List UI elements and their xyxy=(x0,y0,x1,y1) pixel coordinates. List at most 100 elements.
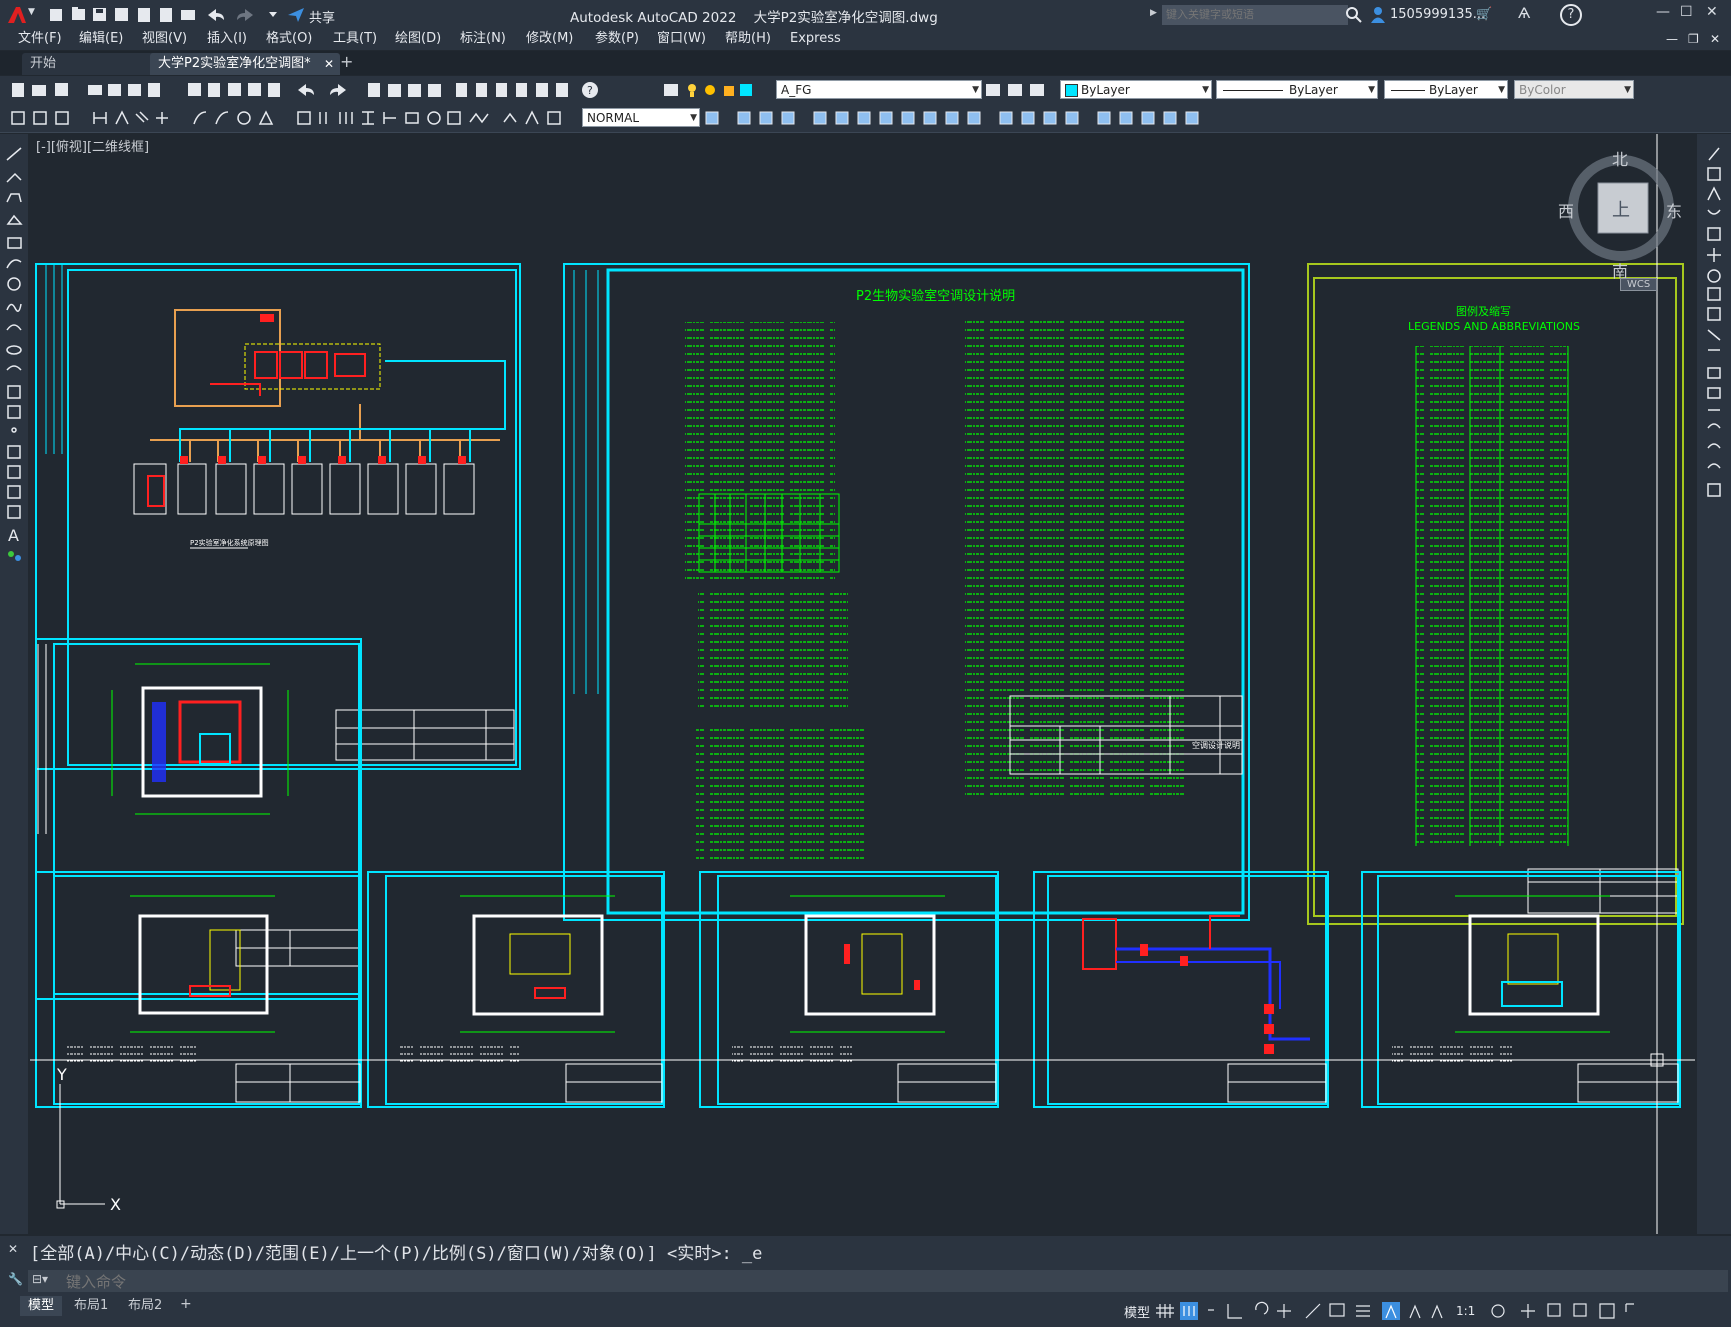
sheet-floorplan-1 xyxy=(35,638,362,1000)
chevron-down-icon: ▼ xyxy=(690,113,697,123)
tab-start[interactable]: 开始 xyxy=(22,53,158,75)
menu-edit[interactable]: 编辑(E) xyxy=(79,28,123,50)
menu-format[interactable]: 格式(O) xyxy=(266,28,312,50)
tab-drawing[interactable]: 大学P2实验室净化空调图* ✕ xyxy=(150,53,340,75)
viewcube-top-face[interactable]: 上 xyxy=(1612,196,1630,222)
close-command-icon[interactable]: ✕ xyxy=(8,1242,18,1256)
doc-close-button[interactable]: ✕ xyxy=(1710,28,1720,50)
ucs-y-label: Y xyxy=(56,1065,67,1084)
user-account-label[interactable]: 1505999135... xyxy=(1390,7,1485,22)
modify-toolbar-icons[interactable] xyxy=(704,108,1224,128)
sheet-floorplan-2 xyxy=(35,871,362,1108)
minimize-button[interactable]: — xyxy=(1656,4,1670,20)
layer-select[interactable]: A_FG ▼ xyxy=(776,80,982,99)
tab-drawing-label: 大学P2实验室净化空调图* xyxy=(158,56,311,71)
viewcube-north[interactable]: 北 xyxy=(1612,146,1628,170)
annotation-scale-label[interactable]: 1:1 xyxy=(1456,1304,1475,1318)
share-button[interactable]: 共享 xyxy=(309,7,335,26)
svg-text:A: A xyxy=(8,526,19,545)
command-prompt-icon[interactable]: ⊟▾ xyxy=(32,1272,48,1286)
quick-access-toolbar[interactable] xyxy=(48,6,308,24)
chevron-down-icon: ▼ xyxy=(972,85,979,95)
window-title: Autodesk AutoCAD 2022 大学P2实验室净化空调图.dwg xyxy=(570,10,938,26)
menu-express[interactable]: Express xyxy=(790,28,841,50)
close-window-button[interactable]: ✕ xyxy=(1706,4,1718,20)
sheet-floorplan-3 xyxy=(367,871,665,1108)
search-expand-icon[interactable]: ▶ xyxy=(1150,8,1157,18)
color-select[interactable]: ByLayer ▼ xyxy=(1060,80,1212,99)
text-style-select[interactable]: NORMAL ▼ xyxy=(582,108,700,127)
chevron-down-icon: ▼ xyxy=(1202,85,1209,95)
model-space-toggle[interactable]: 模型 xyxy=(1124,1302,1150,1321)
linetype-select-value: ByLayer xyxy=(1289,83,1338,97)
legend-title-cn: 图例及缩写 xyxy=(1456,304,1511,318)
user-icon[interactable] xyxy=(1370,6,1386,24)
menu-parametric[interactable]: 参数(P) xyxy=(595,28,639,50)
tab-model[interactable]: 模型 xyxy=(20,1296,63,1316)
document-tab-bar: 开始 大学P2实验室净化空调图* ✕ + xyxy=(0,51,1731,75)
title-bar: ▼ 共享 Autodesk AutoCAD 2022 大学P2实验室净化空调图.… xyxy=(0,0,1731,30)
customize-command-icon[interactable]: 🔧 xyxy=(8,1272,23,1286)
help-icon[interactable]: ? xyxy=(1560,4,1582,26)
chevron-down-icon: ▼ xyxy=(1624,85,1631,95)
cart-icon[interactable]: 🛒 xyxy=(1476,7,1492,22)
notes-titleblock-label: 空调设计说明 xyxy=(1192,740,1240,750)
menu-draw[interactable]: 绘图(D) xyxy=(395,28,441,50)
viewcube[interactable]: 北 南 东 西 上 WCS xyxy=(1548,146,1688,296)
sheet-floorplan-4 xyxy=(699,871,999,1108)
plotstyle-select-value: ByColor xyxy=(1519,83,1566,97)
maximize-button[interactable]: ☐ xyxy=(1680,4,1693,20)
menu-window[interactable]: 窗口(W) xyxy=(657,28,706,50)
autocad-logo-icon[interactable] xyxy=(6,5,28,25)
status-bar: 模型 布局1 布局2 + 模型 1:1 xyxy=(0,1294,1731,1327)
linetype-preview-icon xyxy=(1223,90,1283,91)
app-menu-chevron-icon[interactable]: ▼ xyxy=(28,7,35,17)
sheet-schematic: P2实验室净化系统原理图 xyxy=(35,263,521,770)
draw-tool-icons[interactable]: A xyxy=(5,144,25,614)
standard-toolbar-icons[interactable]: ? xyxy=(8,80,658,100)
doc-restore-button[interactable]: ❐ xyxy=(1688,28,1699,50)
tab-layout2[interactable]: 布局2 xyxy=(120,1296,170,1316)
wcs-menu[interactable]: WCS xyxy=(1620,278,1658,291)
viewcube-west[interactable]: 西 xyxy=(1558,198,1574,222)
search-icon[interactable] xyxy=(1346,7,1362,23)
command-input-box[interactable]: ⊟▾ xyxy=(28,1270,1728,1292)
drawing-canvas[interactable]: [-][俯视][二维线框] P2实验室净化系统原理图 P2生物实验室空调设计说明… xyxy=(30,134,1695,1234)
menu-bar: 文件(F) 编辑(E) 视图(V) 插入(I) 格式(O) 工具(T) 绘图(D… xyxy=(0,28,1731,50)
status-toggle-icons[interactable]: 1:1 xyxy=(1156,1300,1636,1322)
help-search-input[interactable] xyxy=(1162,5,1348,25)
tab-layout1[interactable]: 布局1 xyxy=(66,1296,116,1316)
sheet-piping-diagram xyxy=(1033,871,1329,1108)
lineweight-preview-icon xyxy=(1391,90,1425,91)
layer-state-icons[interactable] xyxy=(662,80,762,100)
menu-help[interactable]: 帮助(H) xyxy=(725,28,771,50)
doc-minimize-button[interactable]: — xyxy=(1666,28,1678,50)
draw-toolbar: A xyxy=(0,134,28,1234)
ucs-icon xyxy=(56,1084,105,1209)
add-layout-button[interactable]: + xyxy=(180,1296,192,1312)
menu-modify[interactable]: 修改(M) xyxy=(526,28,573,50)
layer-tools-icons[interactable] xyxy=(984,80,1054,100)
sheet-design-notes: P2生物实验室空调设计说明 空调设计说明 xyxy=(563,263,1250,921)
menu-view[interactable]: 视图(V) xyxy=(142,28,187,50)
lineweight-select-value: ByLayer xyxy=(1429,83,1478,97)
plotstyle-select[interactable]: ByColor ▼ xyxy=(1514,80,1634,99)
layer-select-value: A_FG xyxy=(781,83,812,97)
schematic-title: P2实验室净化系统原理图 xyxy=(190,538,269,547)
tab-start-label: 开始 xyxy=(30,56,57,71)
menu-tools[interactable]: 工具(T) xyxy=(333,28,377,50)
menu-insert[interactable]: 插入(I) xyxy=(207,28,247,50)
autodesk-app-icon[interactable]: Ѧ xyxy=(1518,6,1530,22)
menu-dimension[interactable]: 标注(N) xyxy=(460,28,506,50)
dimension-toolbar-icons[interactable] xyxy=(8,108,578,128)
close-tab-icon[interactable]: ✕ xyxy=(324,53,334,75)
command-input[interactable] xyxy=(64,1272,1668,1292)
modify-tool-icons[interactable] xyxy=(1705,144,1725,684)
menu-file[interactable]: 文件(F) xyxy=(18,28,62,50)
new-tab-button[interactable]: + xyxy=(340,52,353,71)
sheet-floorplan-5 xyxy=(1361,871,1681,1108)
viewcube-east[interactable]: 东 xyxy=(1666,198,1682,222)
lineweight-select[interactable]: ByLayer ▼ xyxy=(1384,80,1508,99)
chevron-down-icon: ▼ xyxy=(1368,85,1375,95)
linetype-select[interactable]: ByLayer ▼ xyxy=(1216,80,1378,99)
